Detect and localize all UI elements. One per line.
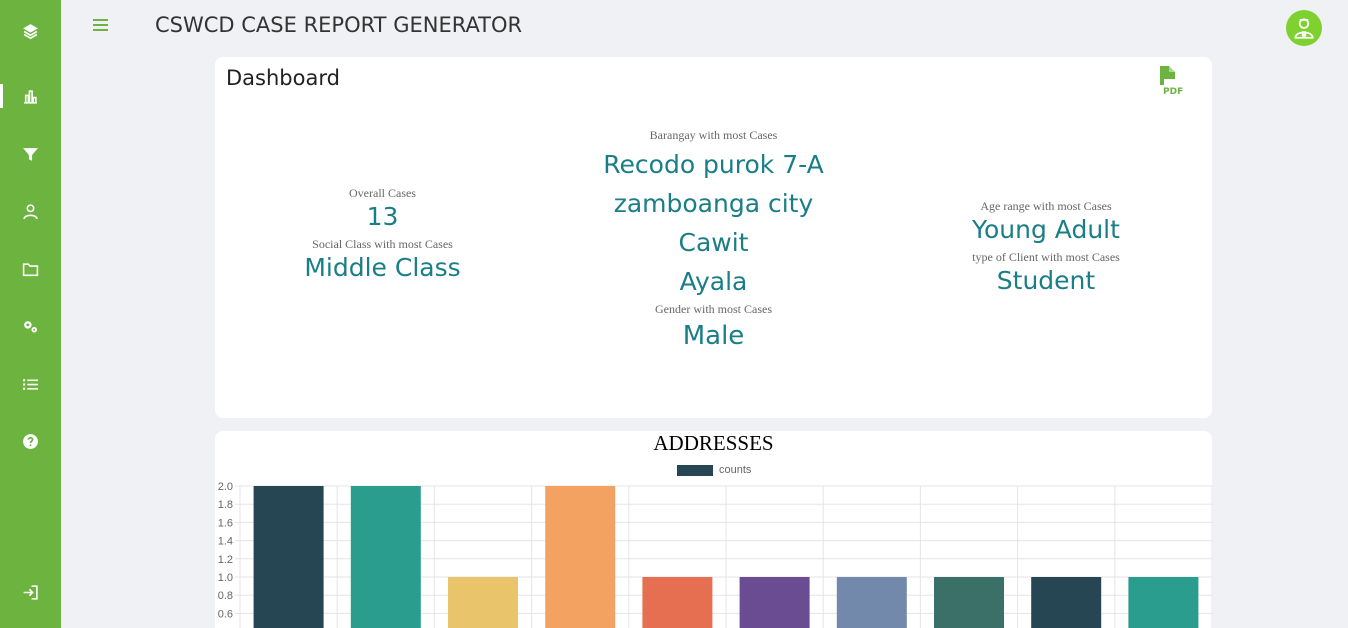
help-icon[interactable] <box>0 426 61 456</box>
overall-cases-label: Overall Cases <box>349 186 416 200</box>
list-icon[interactable] <box>0 369 61 399</box>
bar <box>836 577 907 628</box>
layers-icon[interactable] <box>0 16 61 46</box>
bar <box>545 486 616 628</box>
filter-icon[interactable] <box>0 139 61 169</box>
y-tick-label: 1.6 <box>218 517 233 529</box>
y-tick-label: 0.6 <box>218 608 233 620</box>
user-icon[interactable] <box>0 196 61 226</box>
bar <box>253 486 324 628</box>
dashboard-title: Dashboard <box>226 66 340 90</box>
stats-middle-column: Barangay with most Cases Recodo purok 7-… <box>547 127 880 356</box>
y-tick-label: 1.0 <box>218 572 233 584</box>
bar <box>350 486 421 628</box>
bar <box>642 577 713 628</box>
dashboard-card: Dashboard PDF Overall Cases 13 Social Cl… <box>215 57 1212 418</box>
avatar[interactable] <box>1286 10 1322 46</box>
addresses-chart-card: ADDRESSES counts 2.0 1.8 1.6 1.4 1.2 1.0 0.8 0.… <box>215 431 1212 628</box>
y-tick-label: 1.8 <box>218 499 233 511</box>
gender-label: Gender with most Cases <box>655 302 772 316</box>
barangay-value: Cawit <box>678 228 749 257</box>
folder-icon[interactable] <box>0 254 61 284</box>
bar <box>1128 577 1199 628</box>
bar <box>1031 577 1102 628</box>
bar <box>448 577 518 628</box>
logout-icon[interactable] <box>0 577 61 607</box>
social-class-value: Middle Class <box>304 253 461 282</box>
hamburger-menu-icon[interactable] <box>91 15 111 35</box>
top-bar: CSWCD CASE REPORT GENERATOR <box>61 0 1348 52</box>
chart-bar-icon[interactable] <box>0 81 61 111</box>
age-range-label: Age range with most Cases <box>980 199 1112 213</box>
y-tick-label: 0.8 <box>218 590 233 602</box>
stats-left-column: Overall Cases 13 Social Class with most … <box>215 185 550 287</box>
age-range-value: Young Adult <box>972 215 1120 244</box>
sidebar <box>0 0 61 628</box>
client-type-label: type of Client with most Cases <box>972 250 1120 264</box>
app-title: CSWCD CASE REPORT GENERATOR <box>155 13 523 37</box>
gears-icon[interactable] <box>0 311 61 341</box>
user-avatar-icon <box>1294 18 1314 39</box>
barangay-value: zamboanga city <box>613 189 814 218</box>
pdf-export-icon[interactable]: PDF <box>1158 65 1186 97</box>
barangay-value: Ayala <box>679 267 748 296</box>
svg-text:PDF: PDF <box>1163 87 1183 95</box>
barangay-label: Barangay with most Cases <box>649 128 778 142</box>
stats-right-column: Age range with most Cases Young Adult ty… <box>880 198 1212 300</box>
gender-value: Male <box>682 321 745 351</box>
overall-cases-value: 13 <box>366 202 399 231</box>
client-type-value: Student <box>996 266 1096 295</box>
addresses-bar-chart: 2.01.81.61.41.21.00.80.60.4 <box>218 481 1212 628</box>
social-class-label: Social Class with most Cases <box>312 237 453 251</box>
barangay-value: Recodo purok 7-A <box>603 150 824 179</box>
bar <box>934 577 1004 628</box>
y-tick-label: 2.0 <box>218 481 233 493</box>
y-tick-label: 1.2 <box>218 554 233 566</box>
y-tick-label: 1.4 <box>218 536 233 548</box>
barangay-list: Recodo purok 7-A zamboanga city Cawit Ay… <box>547 145 880 301</box>
bar <box>739 577 810 628</box>
